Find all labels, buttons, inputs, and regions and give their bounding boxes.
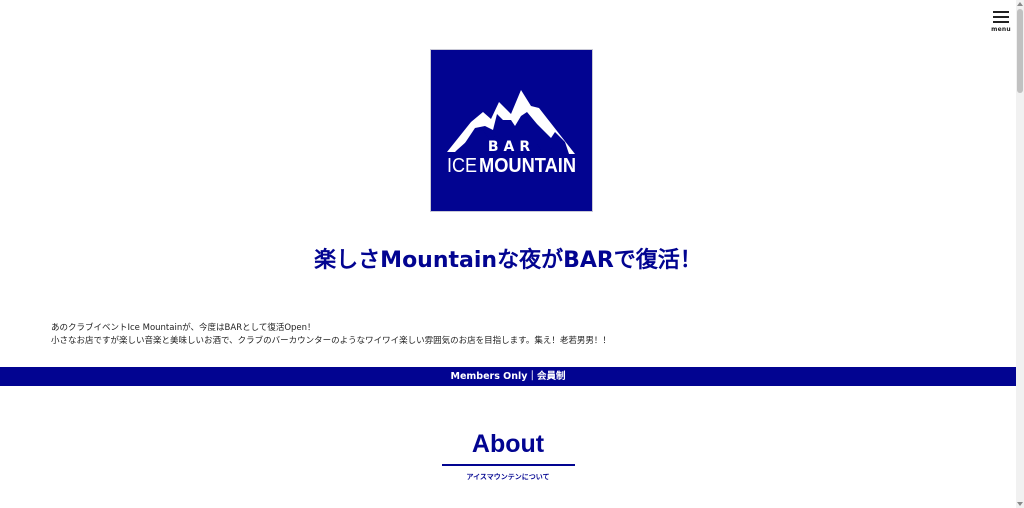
intro-line-1: あのクラブイベントIce Mountainが、今度はBARとして復活Open！	[51, 323, 316, 333]
about-section-subtitle: アイスマウンテンについて	[466, 473, 550, 481]
mountain-icon: BAR ICE MOUNTAIN	[447, 90, 576, 177]
hamburger-icon	[990, 11, 1012, 23]
vertical-scrollbar[interactable]	[1016, 0, 1024, 508]
page: menu BAR ICE MOUNTAIN 楽しさMountainな夜がBARで…	[0, 0, 1016, 508]
scrollbar-thumb[interactable]	[1017, 9, 1023, 93]
menu-label: menu	[991, 26, 1011, 33]
intro-text: あのクラブイベントIce Mountainが、今度はBARとして復活Open！ …	[51, 322, 991, 348]
logo-bar-text: BAR	[488, 139, 535, 155]
intro-line-2: 小さなお店ですが楽しい音楽と美味しいお酒で、クラブのバーカウンターのようなワイワ…	[51, 336, 611, 346]
logo-ice-text: ICE	[447, 155, 477, 177]
menu-button[interactable]: menu	[990, 11, 1012, 33]
scroll-down-arrow-icon[interactable]	[1017, 502, 1023, 506]
members-only-banner: Members Only｜会員制	[0, 367, 1016, 386]
about-title-underline	[442, 464, 575, 466]
logo-mountain-text: MOUNTAIN	[479, 155, 576, 177]
hero-headline: 楽しさMountainな夜がBARで復活！	[314, 248, 702, 273]
scroll-up-arrow-icon[interactable]	[1017, 2, 1023, 6]
about-section-title: About	[471, 430, 545, 458]
site-logo[interactable]: BAR ICE MOUNTAIN	[431, 50, 592, 211]
